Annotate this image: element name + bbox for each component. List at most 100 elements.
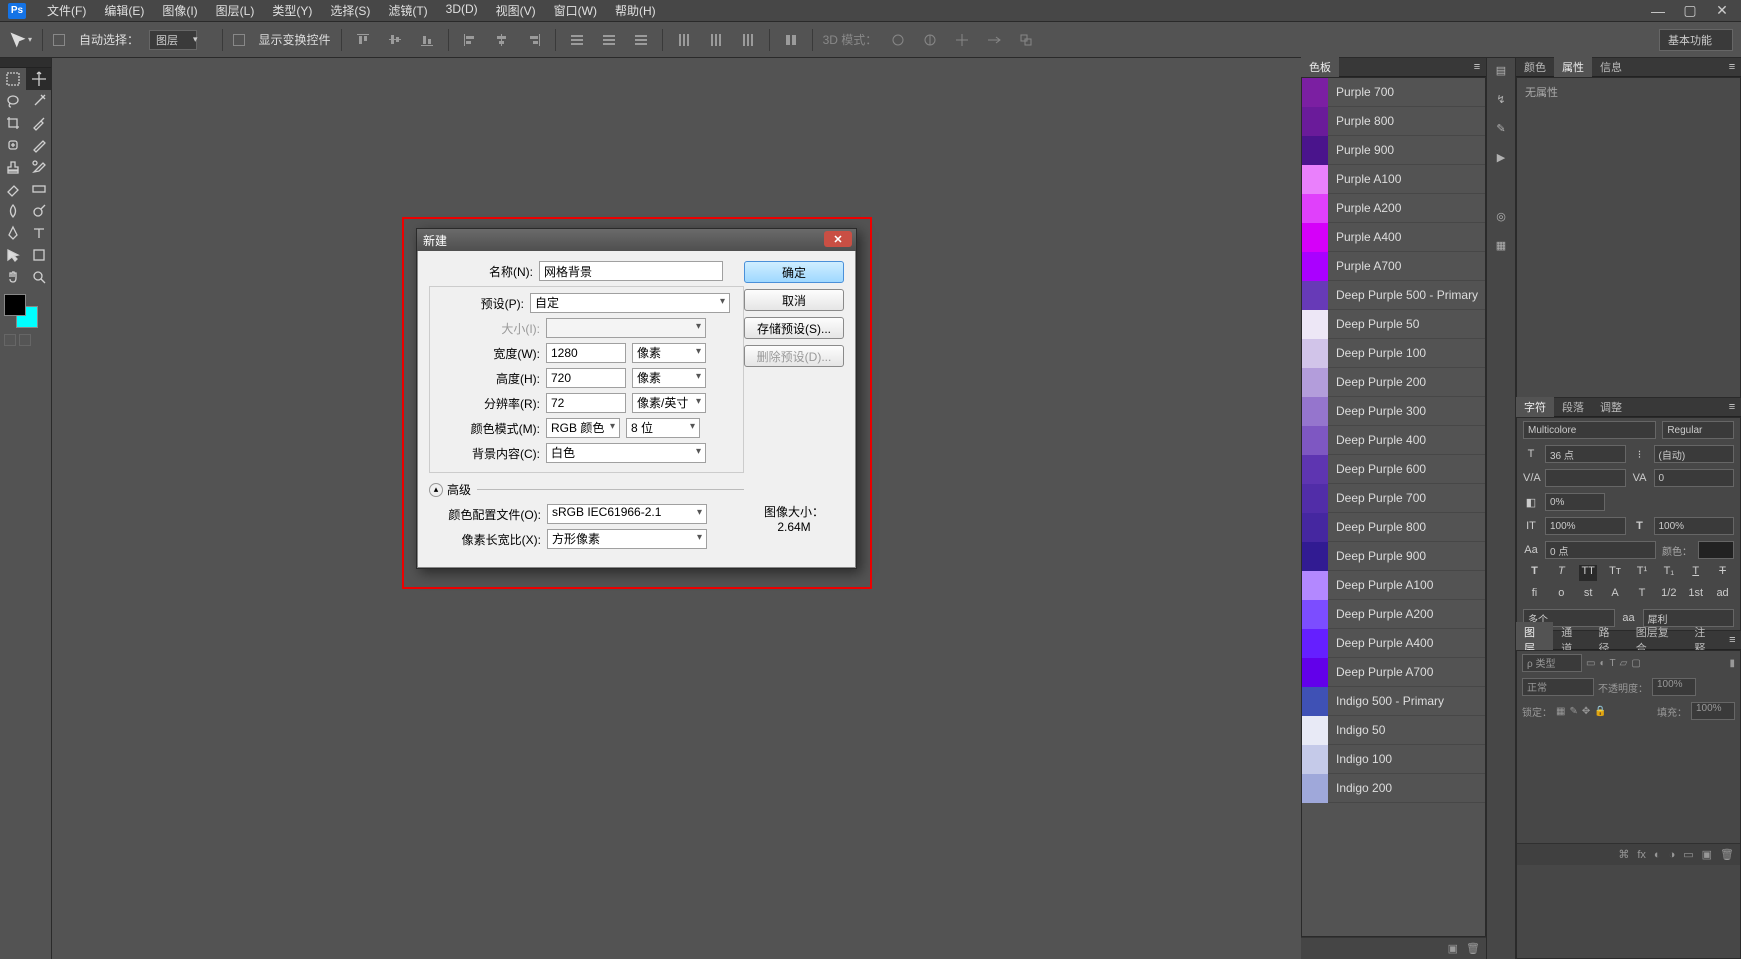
eraser-tool[interactable] xyxy=(0,178,26,200)
align-top-icon[interactable] xyxy=(352,30,374,50)
swatch-row[interactable]: Purple A700 xyxy=(1302,252,1485,281)
link-layers-icon[interactable]: ⌘ xyxy=(1618,848,1629,861)
crop-tool[interactable] xyxy=(0,112,26,134)
quickmask-toggle[interactable] xyxy=(4,334,16,346)
name-input[interactable] xyxy=(539,261,723,281)
subscript-btn[interactable]: T₁ xyxy=(1660,565,1678,581)
swatch-chip[interactable] xyxy=(1302,310,1328,339)
marquee-tool[interactable] xyxy=(0,68,26,90)
swatch-chip[interactable] xyxy=(1302,78,1328,107)
dist-vcenter-icon[interactable] xyxy=(598,30,620,50)
tab-color[interactable]: 颜色 xyxy=(1516,57,1554,77)
width-unit[interactable]: 像素 xyxy=(632,343,706,363)
height-unit[interactable]: 像素 xyxy=(632,368,706,388)
swatch-row[interactable]: Deep Purple 50 xyxy=(1302,310,1485,339)
swatch-row[interactable]: Purple 900 xyxy=(1302,136,1485,165)
swatch-chip[interactable] xyxy=(1302,194,1328,223)
res-unit[interactable]: 像素/英寸 xyxy=(632,393,706,413)
swatch-row[interactable]: Purple 700 xyxy=(1302,78,1485,107)
swatch-chip[interactable] xyxy=(1302,136,1328,165)
layers-list[interactable] xyxy=(1517,723,1740,843)
group-icon[interactable]: ▭ xyxy=(1683,848,1693,861)
swatch-row[interactable]: Deep Purple 100 xyxy=(1302,339,1485,368)
opacity-value[interactable]: 100% xyxy=(1652,678,1696,696)
bg-select[interactable]: 白色 xyxy=(546,443,706,463)
ord2-btn[interactable]: 1st xyxy=(1687,587,1705,603)
alt-btn[interactable]: A xyxy=(1606,587,1624,603)
other-panel-icon[interactable]: ▦ xyxy=(1496,239,1506,252)
path-select-tool[interactable] xyxy=(0,244,26,266)
lasso-tool[interactable] xyxy=(0,90,26,112)
kerning[interactable] xyxy=(1545,469,1626,487)
history-panel-icon[interactable]: ▤ xyxy=(1496,64,1506,77)
swatch-row[interactable]: Deep Purple A700 xyxy=(1302,658,1485,687)
swatch-row[interactable]: Deep Purple A400 xyxy=(1302,629,1485,658)
swatch-row[interactable]: Purple A400 xyxy=(1302,223,1485,252)
menu-窗口(W)[interactable]: 窗口(W) xyxy=(545,2,606,19)
height-input[interactable] xyxy=(546,368,626,388)
lig-btn[interactable]: fi xyxy=(1525,587,1543,603)
hscale[interactable]: 100% xyxy=(1545,517,1626,535)
swatch-chip[interactable] xyxy=(1302,687,1328,716)
ord-btn[interactable]: o xyxy=(1552,587,1570,603)
leading[interactable]: (自动) xyxy=(1654,445,1735,463)
type-tool[interactable] xyxy=(26,222,52,244)
vscale-pct[interactable]: 0% xyxy=(1545,493,1605,511)
pen-tool[interactable] xyxy=(0,222,26,244)
swatch-row[interactable]: Deep Purple 800 xyxy=(1302,513,1485,542)
swatch-chip[interactable] xyxy=(1302,774,1328,803)
filter-adjust-icon[interactable]: ◐ xyxy=(1599,658,1605,669)
lock-trans-icon[interactable]: ▦ xyxy=(1556,706,1565,717)
menu-视图(V)[interactable]: 视图(V) xyxy=(487,2,545,19)
align-left-icon[interactable] xyxy=(459,30,481,50)
swatch-chip[interactable] xyxy=(1302,571,1328,600)
superscript-btn[interactable]: T¹ xyxy=(1633,565,1651,581)
blur-tool[interactable] xyxy=(0,200,26,222)
tab-info[interactable]: 信息 xyxy=(1592,57,1630,77)
menu-编辑(E)[interactable]: 编辑(E) xyxy=(95,2,153,19)
auto-select-checkbox[interactable] xyxy=(53,34,65,46)
swatch-row[interactable]: Deep Purple 400 xyxy=(1302,426,1485,455)
nav-panel-icon[interactable]: ▶ xyxy=(1497,151,1505,164)
shape-tool[interactable] xyxy=(26,244,52,266)
advanced-toggle[interactable]: ▴ 高级 xyxy=(429,481,744,498)
swatch-chip[interactable] xyxy=(1302,658,1328,687)
menu-选择(S)[interactable]: 选择(S) xyxy=(321,2,379,19)
styles-panel-icon[interactable]: ◎ xyxy=(1496,210,1506,223)
dist-hcenter-icon[interactable] xyxy=(705,30,727,50)
close-button[interactable]: ✕ xyxy=(1711,4,1733,18)
bold-btn[interactable]: T xyxy=(1525,565,1543,581)
swatch-chip[interactable] xyxy=(1302,281,1328,310)
props-menu-icon[interactable]: ≡ xyxy=(1723,61,1741,73)
tab-properties[interactable]: 属性 xyxy=(1554,57,1592,77)
filter-pixel-icon[interactable]: ▭ xyxy=(1586,658,1595,669)
swatch-chip[interactable] xyxy=(1302,252,1328,281)
swatch-row[interactable]: Indigo 500 - Primary xyxy=(1302,687,1485,716)
auto-align-icon[interactable] xyxy=(780,30,802,50)
roll-icon[interactable] xyxy=(919,30,941,50)
preset-select[interactable]: 自定 xyxy=(530,293,730,313)
allcaps-btn[interactable]: TT xyxy=(1579,565,1597,581)
lock-pixel-icon[interactable]: ✎ xyxy=(1569,706,1577,717)
swatch-chip[interactable] xyxy=(1302,716,1328,745)
align-right-icon[interactable] xyxy=(523,30,545,50)
dist-bottom-icon[interactable] xyxy=(630,30,652,50)
delete-swatch-icon[interactable]: 🗑 xyxy=(1466,942,1480,955)
dist-right-icon[interactable] xyxy=(737,30,759,50)
mask-icon[interactable]: ◐ xyxy=(1654,849,1661,861)
swatch-chip[interactable] xyxy=(1302,484,1328,513)
swash-btn[interactable]: st xyxy=(1579,587,1597,603)
res-input[interactable] xyxy=(546,393,626,413)
swatch-row[interactable]: Purple 800 xyxy=(1302,107,1485,136)
swatch-row[interactable]: Purple A200 xyxy=(1302,194,1485,223)
filter-shape-icon[interactable]: ▱ xyxy=(1620,658,1628,669)
layers-menu-icon[interactable]: ≡ xyxy=(1724,634,1741,646)
healing-tool[interactable] xyxy=(0,134,26,156)
swatch-row[interactable]: Deep Purple 300 xyxy=(1302,397,1485,426)
fx-icon[interactable]: fx xyxy=(1637,849,1646,861)
swatch-row[interactable]: Deep Purple 200 xyxy=(1302,368,1485,397)
swatch-row[interactable]: Indigo 200 xyxy=(1302,774,1485,803)
width-input[interactable] xyxy=(546,343,626,363)
maximize-button[interactable]: ▢ xyxy=(1679,4,1701,18)
swatch-row[interactable]: Purple A100 xyxy=(1302,165,1485,194)
